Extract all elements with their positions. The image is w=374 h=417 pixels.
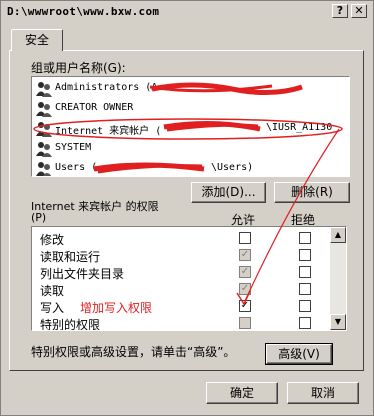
deny-checkbox[interactable] [299,232,311,244]
permission-row: 读取和运行 ✓ [32,246,328,264]
permission-row: 读取 ✓ [32,280,328,298]
cancel-button[interactable]: 取消 [287,382,359,404]
allow-checkbox[interactable]: ✓ [239,249,251,261]
scrollbar[interactable]: ▲ ▼ [330,227,346,330]
window-title: D:\wwwroot\www.bxw.com [7,5,160,18]
deny-checkbox[interactable] [299,266,311,278]
allow-checkbox[interactable]: ✓ [239,300,251,312]
allow-checkbox[interactable] [239,232,251,244]
advanced-hint: 特别权限或高级设置，请单击“高级”。 [31,345,236,359]
close-button[interactable]: ✕ [351,4,367,18]
ok-button[interactable]: 确定 [206,382,278,404]
properties-window: D:\wwwroot\www.bxw.com ? ✕ 安全 组或用户名称(G):… [0,0,374,416]
permission-row: 特别的权限 [32,314,328,331]
permissions-list[interactable]: 修改 读取和运行 ✓ 列出文件夹目录 ✓ 读取 ✓ 写入 增加写入权限 ✓ 特别… [31,226,347,331]
users-list-label: 组或用户名称(G): [31,61,126,75]
allow-checkbox[interactable]: ✓ [239,283,251,295]
scroll-down-icon[interactable]: ▼ [330,314,346,330]
deny-checkbox[interactable] [299,249,311,261]
permissions-label-shortcut: (P) [31,211,47,224]
permission-name: 特别的权限 [40,318,101,331]
tab-security[interactable]: 安全 [11,29,63,51]
remove-button[interactable]: 删除(R) [274,182,350,203]
deny-checkbox[interactable] [299,300,311,312]
users-list[interactable]: Administrators (A CREATOR OWNER Internet… [31,76,350,177]
permission-row: 修改 [32,229,328,247]
permissions-label: Internet 来宾帐户 的权限 [31,200,159,213]
scroll-up-icon[interactable]: ▲ [330,227,346,243]
deny-checkbox[interactable] [299,283,311,295]
permission-row: 写入 增加写入权限 ✓ [32,297,328,315]
advanced-button[interactable]: 高级(V) [265,343,333,365]
help-button[interactable]: ? [332,4,348,18]
allow-checkbox[interactable] [239,317,251,329]
permission-row: 列出文件夹目录 ✓ [32,263,328,281]
deny-checkbox[interactable] [299,317,311,329]
redaction-marks [33,82,343,174]
add-button[interactable]: 添加(D)... [191,182,266,203]
title-bar: D:\wwwroot\www.bxw.com ? ✕ [2,2,372,21]
allow-checkbox[interactable]: ✓ [239,266,251,278]
